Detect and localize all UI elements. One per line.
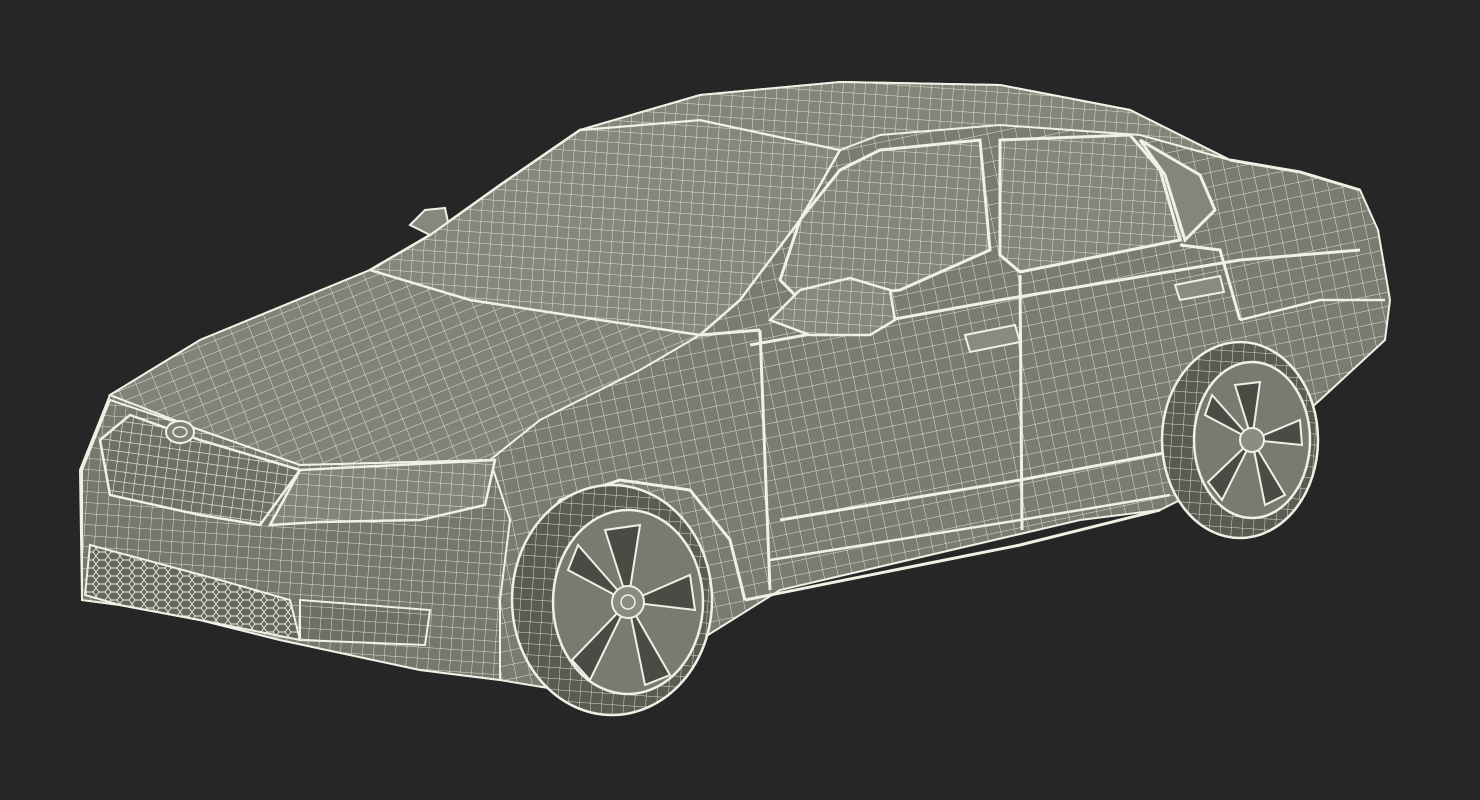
rear-wheel: [1160, 340, 1320, 540]
car-wireframe-render: [78, 80, 1392, 717]
front-hub: [611, 585, 645, 619]
brand-emblem: [165, 420, 195, 444]
rear-hub: [1239, 427, 1265, 453]
front-wheel: [510, 483, 714, 717]
render-viewport: [0, 0, 1480, 800]
